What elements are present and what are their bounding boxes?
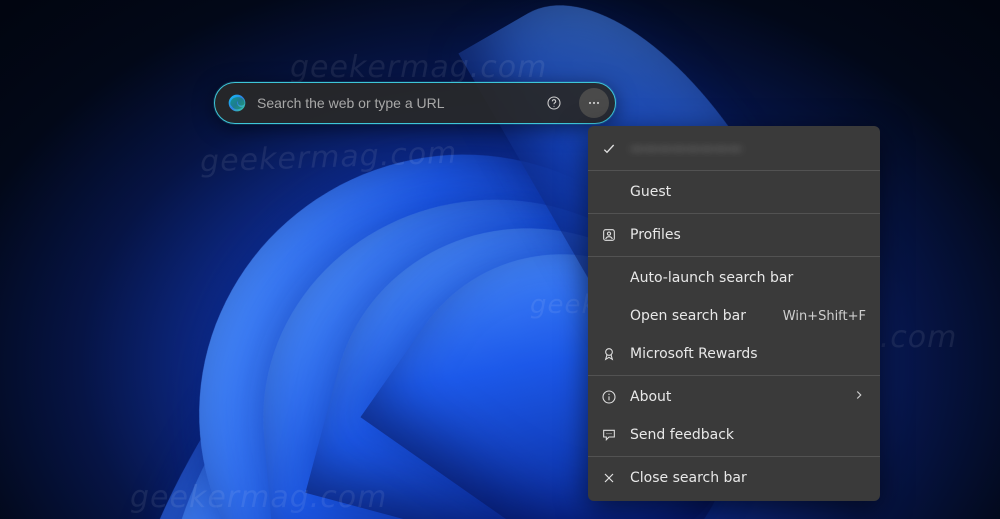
rewards-icon bbox=[600, 346, 618, 362]
menu-item-close[interactable]: Close search bar bbox=[588, 459, 880, 497]
menu-item-account[interactable]: ———————— bbox=[588, 130, 880, 168]
edge-search-bar[interactable] bbox=[214, 82, 616, 124]
menu-rewards-label: Microsoft Rewards bbox=[630, 346, 866, 362]
profiles-icon bbox=[600, 227, 618, 243]
menu-about-label: About bbox=[630, 389, 840, 405]
info-icon bbox=[600, 389, 618, 405]
menu-guest-label: Guest bbox=[630, 184, 866, 200]
menu-separator bbox=[588, 256, 880, 257]
menu-item-open-search-bar[interactable]: Open search bar Win+Shift+F bbox=[588, 297, 880, 335]
menu-item-autolaunch[interactable]: Auto-launch search bar bbox=[588, 259, 880, 297]
menu-autolaunch-label: Auto-launch search bar bbox=[630, 270, 866, 286]
search-bar-menu: ———————— Guest Profiles Auto-launch sear… bbox=[588, 126, 880, 501]
checkmark-icon bbox=[600, 141, 618, 157]
menu-separator bbox=[588, 170, 880, 171]
menu-separator bbox=[588, 456, 880, 457]
chevron-right-icon bbox=[852, 388, 866, 406]
menu-feedback-label: Send feedback bbox=[630, 427, 866, 443]
menu-item-profiles[interactable]: Profiles bbox=[588, 216, 880, 254]
menu-item-about[interactable]: About bbox=[588, 378, 880, 416]
menu-item-feedback[interactable]: Send feedback bbox=[588, 416, 880, 454]
menu-close-label: Close search bar bbox=[630, 470, 866, 486]
help-icon[interactable] bbox=[539, 88, 569, 118]
menu-open-label: Open search bar bbox=[630, 308, 771, 324]
feedback-icon bbox=[600, 427, 618, 443]
more-options-icon[interactable] bbox=[579, 88, 609, 118]
search-input[interactable] bbox=[257, 95, 529, 111]
menu-item-guest[interactable]: Guest bbox=[588, 173, 880, 211]
menu-separator bbox=[588, 375, 880, 376]
close-icon bbox=[600, 470, 618, 486]
menu-profiles-label: Profiles bbox=[630, 227, 866, 243]
menu-separator bbox=[588, 213, 880, 214]
edge-logo-icon bbox=[227, 93, 247, 113]
menu-item-rewards[interactable]: Microsoft Rewards bbox=[588, 335, 880, 373]
menu-account-label: ———————— bbox=[630, 141, 866, 157]
menu-open-shortcut: Win+Shift+F bbox=[783, 309, 866, 324]
